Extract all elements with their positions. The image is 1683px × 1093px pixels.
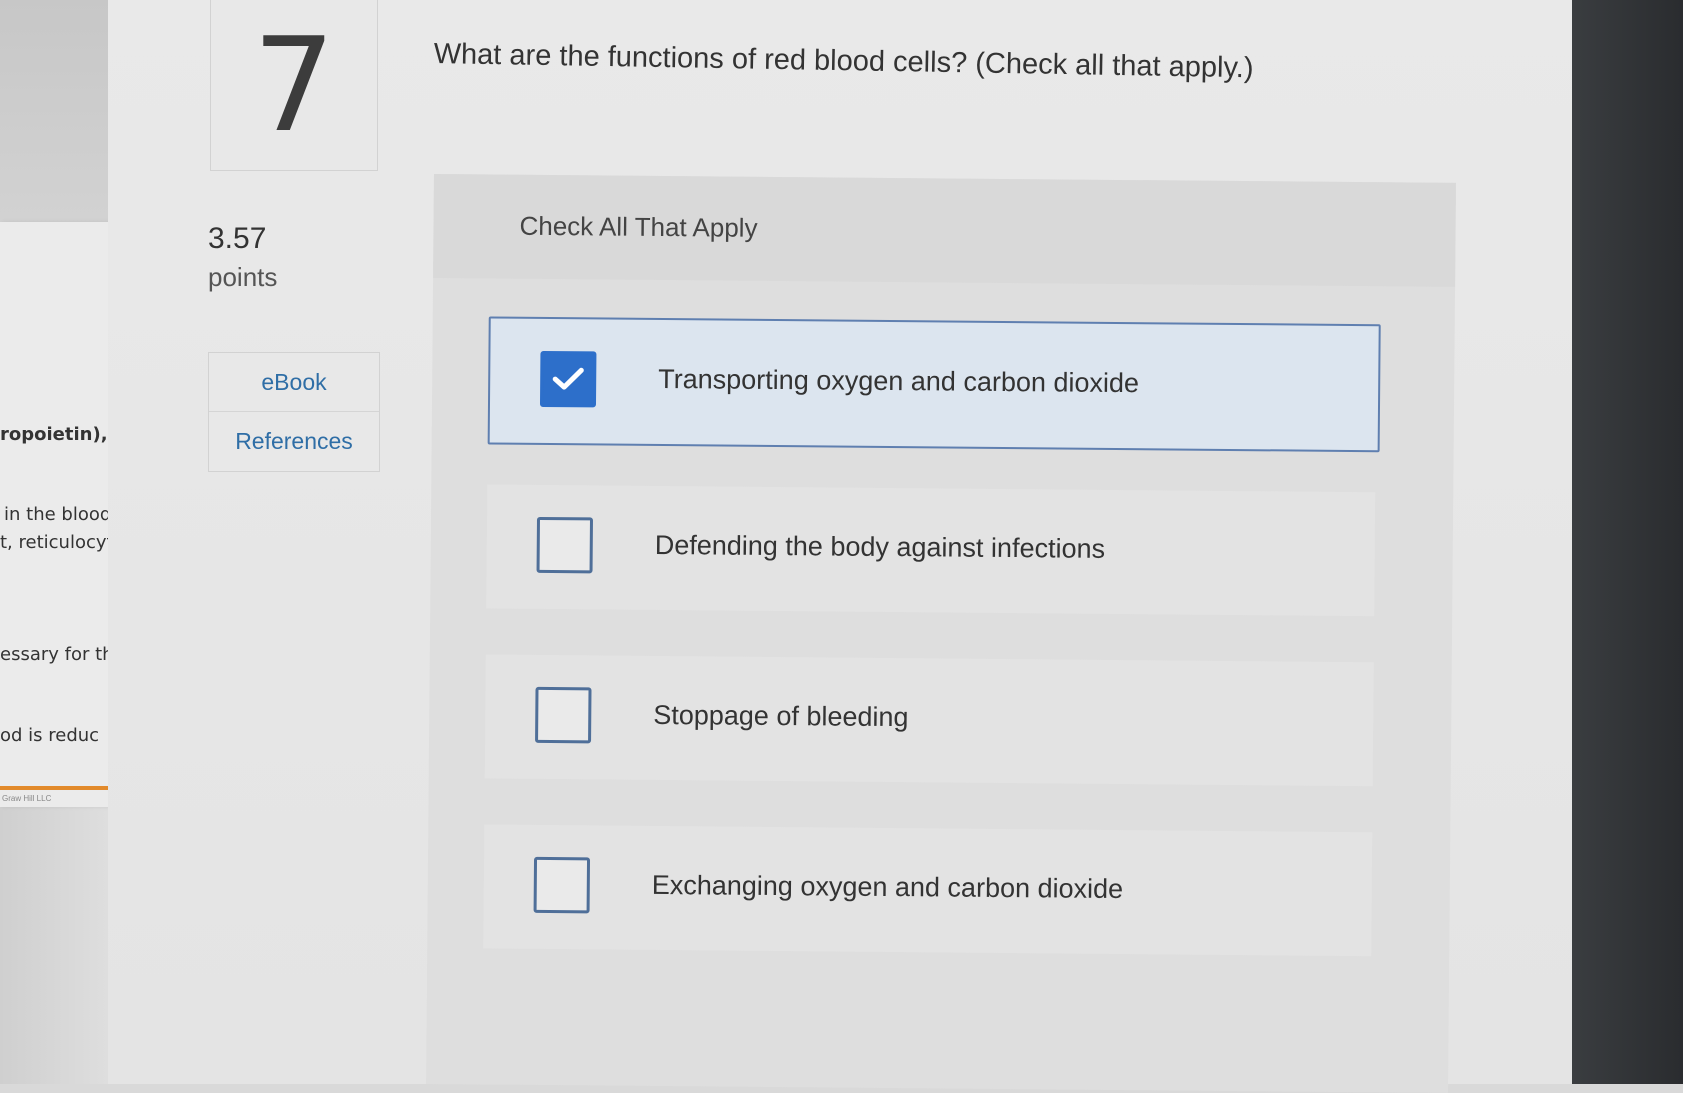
checkbox-unchecked[interactable] bbox=[536, 516, 594, 574]
book-text-line: t, reticulocyte bbox=[0, 532, 112, 553]
book-text-line: od is reduc bbox=[0, 725, 100, 746]
references-link[interactable]: References bbox=[209, 411, 379, 470]
answer-option[interactable]: Transporting oxygen and carbon dioxide bbox=[487, 316, 1381, 453]
check-icon bbox=[552, 367, 584, 390]
answer-panel: Check All That Apply Transporting oxygen… bbox=[426, 174, 1456, 1093]
book-page-top bbox=[0, 0, 116, 222]
checkbox-unchecked[interactable] bbox=[535, 686, 592, 744]
checkbox-unchecked[interactable] bbox=[533, 856, 591, 914]
book-text-line: essary for th bbox=[0, 644, 112, 665]
question-number: 7 bbox=[252, 9, 336, 161]
option-label: Transporting oxygen and carbon dioxide bbox=[658, 363, 1140, 399]
question-number-box: 7 bbox=[210, 0, 378, 171]
instructions-label: Check All That Apply bbox=[519, 210, 758, 243]
ebook-link[interactable]: eBook bbox=[209, 353, 379, 411]
points-label: points bbox=[208, 262, 278, 292]
option-label: Stoppage of bleeding bbox=[653, 699, 909, 733]
book-text-line: in the blood bbox=[4, 504, 112, 525]
screen-bezel bbox=[1572, 0, 1683, 1084]
option-label: Exchanging oxygen and carbon dioxide bbox=[651, 869, 1124, 905]
points-value: 3.57 bbox=[208, 222, 267, 255]
answer-panel-header: Check All That Apply bbox=[433, 174, 1456, 287]
answer-option[interactable]: Exchanging oxygen and carbon dioxide bbox=[483, 824, 1373, 957]
resources-box: eBook References bbox=[208, 352, 380, 472]
answer-option[interactable]: Stoppage of bleeding bbox=[484, 654, 1374, 787]
book-footer-text: Graw Hill LLC bbox=[2, 794, 52, 803]
book-footer-rule bbox=[0, 786, 108, 790]
book-page-strip: ropoietin), in the blood t, reticulocyte… bbox=[0, 0, 116, 1084]
answer-option[interactable]: Defending the body against infections bbox=[486, 484, 1376, 617]
option-label: Defending the body against infections bbox=[654, 529, 1106, 564]
checkbox-checked[interactable] bbox=[539, 350, 597, 408]
book-text-line: ropoietin), bbox=[0, 424, 108, 445]
